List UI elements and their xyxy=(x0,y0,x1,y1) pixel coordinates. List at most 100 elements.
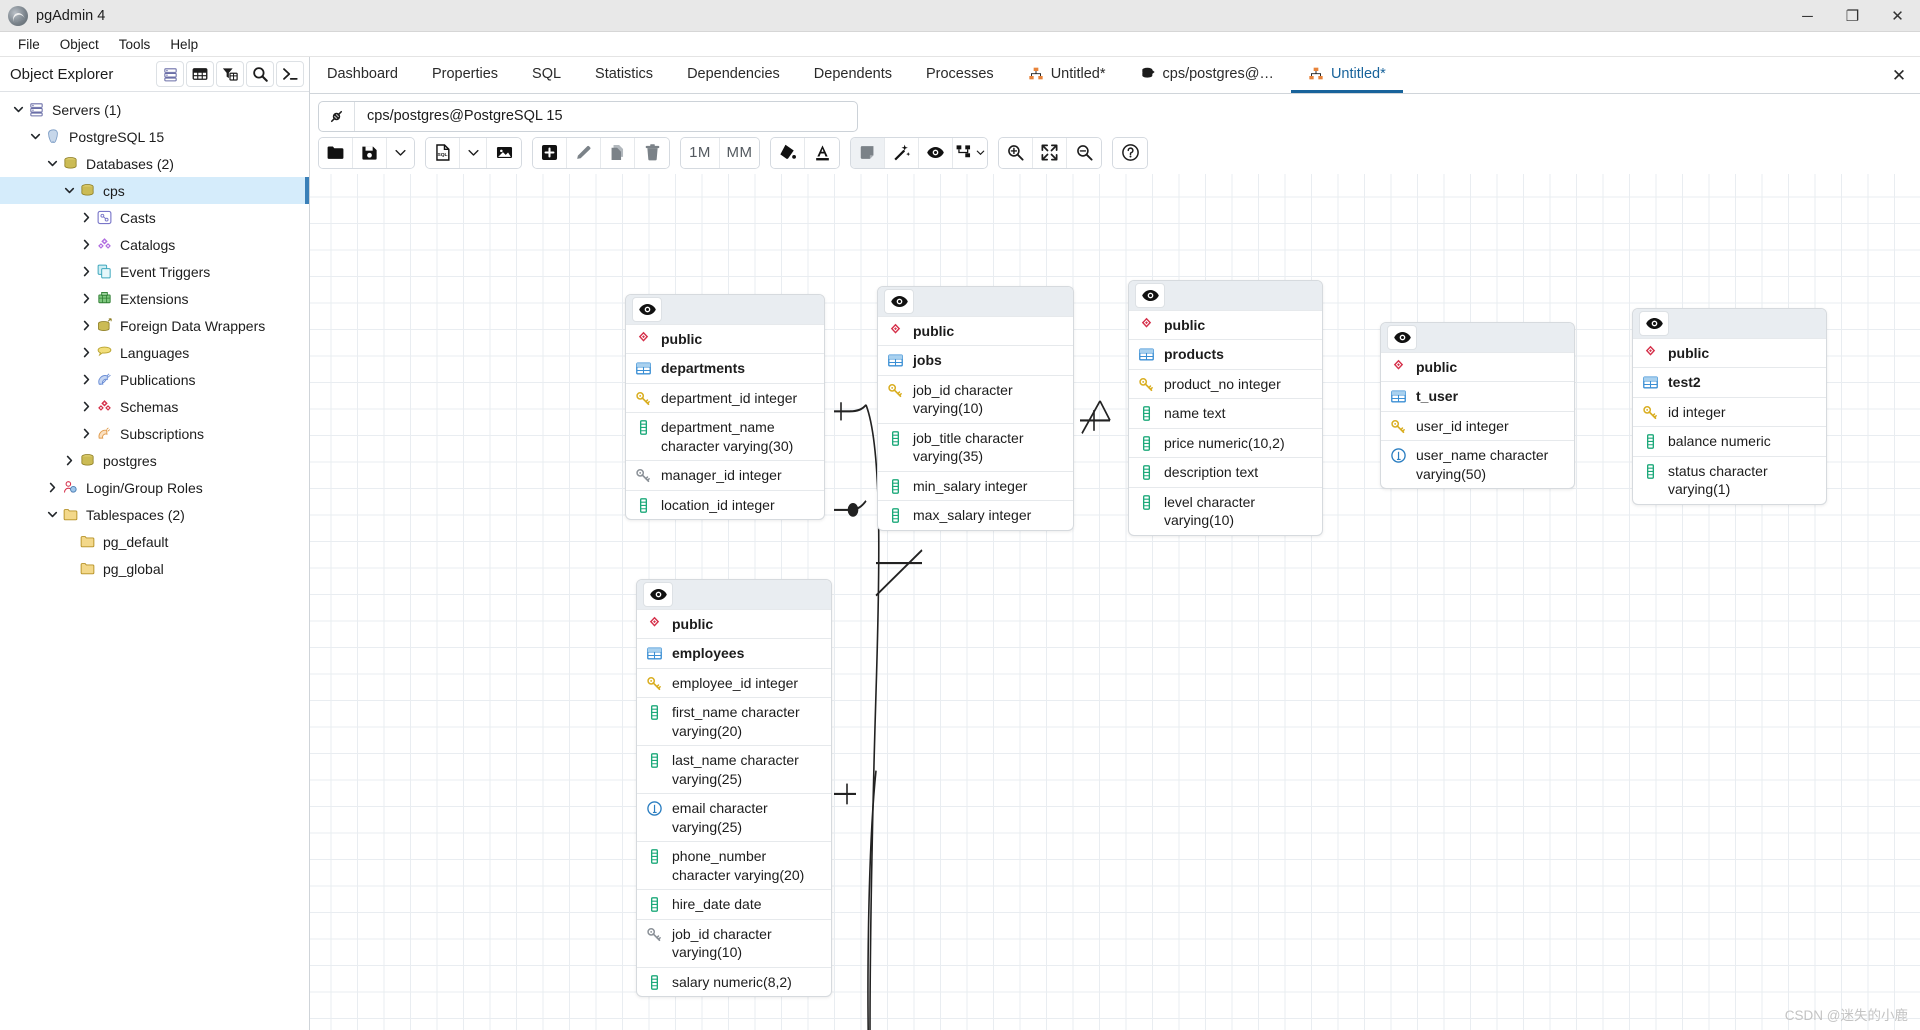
erd-table-t-user[interactable]: public t_user user_id integer user_name cha… xyxy=(1380,322,1575,490)
tree-item-cps[interactable]: cps xyxy=(0,177,309,204)
object-explorer-grid-icon[interactable] xyxy=(186,61,214,87)
minimize-button[interactable]: ─ xyxy=(1785,0,1830,32)
zoom-out-button[interactable] xyxy=(1067,137,1101,168)
tree-item-catalogs[interactable]: Catalogs xyxy=(0,231,309,258)
erd-canvas[interactable]: public departments department_id integer de… xyxy=(310,174,1920,1030)
chevron-right-icon[interactable] xyxy=(78,399,94,415)
tree-item-schemas[interactable]: Schemas xyxy=(0,393,309,420)
eye-icon[interactable] xyxy=(643,582,673,607)
edit-table-button[interactable] xyxy=(567,137,601,168)
tree-item-casts[interactable]: Casts xyxy=(0,204,309,231)
chevron-right-icon[interactable] xyxy=(78,345,94,361)
eye-icon[interactable] xyxy=(632,297,662,322)
erd-toolbar-group-2 xyxy=(532,136,670,169)
chevron-right-icon[interactable] xyxy=(78,426,94,442)
tree-item-subscriptions[interactable]: Subscriptions xyxy=(0,420,309,447)
tree-item-postgresql-15[interactable]: PostgreSQL 15 xyxy=(0,123,309,150)
auto-align-button[interactable] xyxy=(885,137,919,168)
close-tab-button[interactable]: ✕ xyxy=(1878,57,1920,94)
erd-table-jobs[interactable]: public jobs job_id character varying(10) jo… xyxy=(877,286,1074,531)
menu-object[interactable]: Object xyxy=(50,35,109,54)
chevron-down-icon[interactable] xyxy=(10,102,26,118)
erd-column-label: last_name character varying(25) xyxy=(672,752,799,787)
help-button[interactable] xyxy=(1113,137,1147,168)
maximize-button[interactable]: ❐ xyxy=(1830,0,1875,32)
tree-item-pg-global[interactable]: pg_global xyxy=(0,555,309,582)
chevron-down-icon[interactable] xyxy=(44,507,60,523)
tree-item-tablespaces[interactable]: Tablespaces (2) xyxy=(0,501,309,528)
drop-table-button[interactable] xyxy=(635,137,669,168)
chevron-right-icon[interactable] xyxy=(78,210,94,226)
tab-label: Statistics xyxy=(595,65,654,82)
show-details-button[interactable] xyxy=(919,137,953,168)
sql-dropdown-button[interactable] xyxy=(460,137,487,168)
save-project-button[interactable] xyxy=(353,137,387,168)
erd-table-departments[interactable]: public departments department_id integer de… xyxy=(625,294,825,521)
tab-untitled-2[interactable]: Untitled* xyxy=(1290,57,1403,93)
object-explorer-search-icon[interactable] xyxy=(246,61,274,87)
fill-color-button[interactable] xyxy=(771,137,805,168)
tab-dependents[interactable]: Dependents xyxy=(797,57,909,93)
tree-item-languages[interactable]: Languages xyxy=(0,339,309,366)
tab-untitled-1[interactable]: Untitled* xyxy=(1011,57,1123,93)
add-table-button[interactable] xyxy=(533,137,567,168)
chevron-right-icon[interactable] xyxy=(78,372,94,388)
save-dropdown-button[interactable] xyxy=(387,137,414,168)
object-explorer-terminal-icon[interactable] xyxy=(276,61,304,87)
eye-icon[interactable] xyxy=(1135,283,1165,308)
schema-small-icon xyxy=(635,330,652,348)
erd-toolbar-group-7 xyxy=(1112,136,1148,169)
tab-statistics[interactable]: Statistics xyxy=(578,57,670,93)
tab-dashboard[interactable]: Dashboard xyxy=(310,57,415,93)
chevron-down-icon[interactable] xyxy=(61,183,77,199)
chevron-right-icon[interactable] xyxy=(78,237,94,253)
tree-item-servers[interactable]: Servers (1) xyxy=(0,96,309,123)
one-to-many-button[interactable]: 1M xyxy=(681,137,720,168)
menu-file[interactable]: File xyxy=(8,35,50,54)
chevron-down-icon[interactable] xyxy=(27,129,43,145)
eye-icon[interactable] xyxy=(1639,311,1669,336)
erd-table-employees[interactable]: public employees employee_id integer first_… xyxy=(636,579,832,998)
tab-label: Dependents xyxy=(813,65,892,82)
tree-item-foreign-data-wrappers[interactable]: Foreign Data Wrappers xyxy=(0,312,309,339)
generate-sql-button[interactable]: SQL xyxy=(426,137,460,168)
tab-sql[interactable]: SQL xyxy=(515,57,578,93)
chevron-right-icon[interactable] xyxy=(44,480,60,496)
tab-processes[interactable]: Processes xyxy=(909,57,1011,93)
chevron-right-icon[interactable] xyxy=(61,453,77,469)
tree-item-login-group-roles[interactable]: Login/Group Roles xyxy=(0,474,309,501)
link-style-button[interactable] xyxy=(953,137,987,168)
eye-icon[interactable] xyxy=(884,289,914,314)
tab-dependencies[interactable]: Dependencies xyxy=(670,57,797,93)
object-explorer-server-icon[interactable] xyxy=(156,61,184,87)
chevron-right-icon[interactable] xyxy=(78,291,94,307)
show-note-button[interactable] xyxy=(851,137,885,168)
tree-item-extensions[interactable]: Extensions xyxy=(0,285,309,312)
many-to-many-button[interactable]: MM xyxy=(720,137,759,168)
clone-table-button[interactable] xyxy=(601,137,635,168)
tree-item-publications[interactable]: Publications xyxy=(0,366,309,393)
tab-properties[interactable]: Properties xyxy=(415,57,515,93)
tree-item-event-triggers[interactable]: Event Triggers xyxy=(0,258,309,285)
menu-help[interactable]: Help xyxy=(160,35,208,54)
load-project-button[interactable] xyxy=(319,137,353,168)
menu-tools[interactable]: Tools xyxy=(109,35,161,54)
tree-item-postgres[interactable]: postgres xyxy=(0,447,309,474)
chevron-down-icon[interactable] xyxy=(44,156,60,172)
zoom-in-button[interactable] xyxy=(999,137,1033,168)
eye-icon[interactable] xyxy=(1387,325,1417,350)
tab-query-tool[interactable]: cps/postgres@… xyxy=(1123,57,1291,93)
erd-table-products[interactable]: public products product_no integer name tex… xyxy=(1128,280,1323,536)
unique-icon xyxy=(1390,446,1407,464)
erd-table-test2[interactable]: public test2 id integer balance numeric stat… xyxy=(1632,308,1827,505)
zoom-to-fit-button[interactable] xyxy=(1033,137,1067,168)
erd-connection-selector[interactable]: cps/postgres@PostgreSQL 15 xyxy=(318,100,858,132)
object-explorer-filter-icon[interactable] xyxy=(216,61,244,87)
tree-item-databases[interactable]: Databases (2) xyxy=(0,150,309,177)
text-color-button[interactable] xyxy=(805,137,839,168)
chevron-right-icon[interactable] xyxy=(78,264,94,280)
close-window-button[interactable]: ✕ xyxy=(1875,0,1920,32)
download-image-button[interactable] xyxy=(487,137,521,168)
tree-item-pg-default[interactable]: pg_default xyxy=(0,528,309,555)
chevron-right-icon[interactable] xyxy=(78,318,94,334)
